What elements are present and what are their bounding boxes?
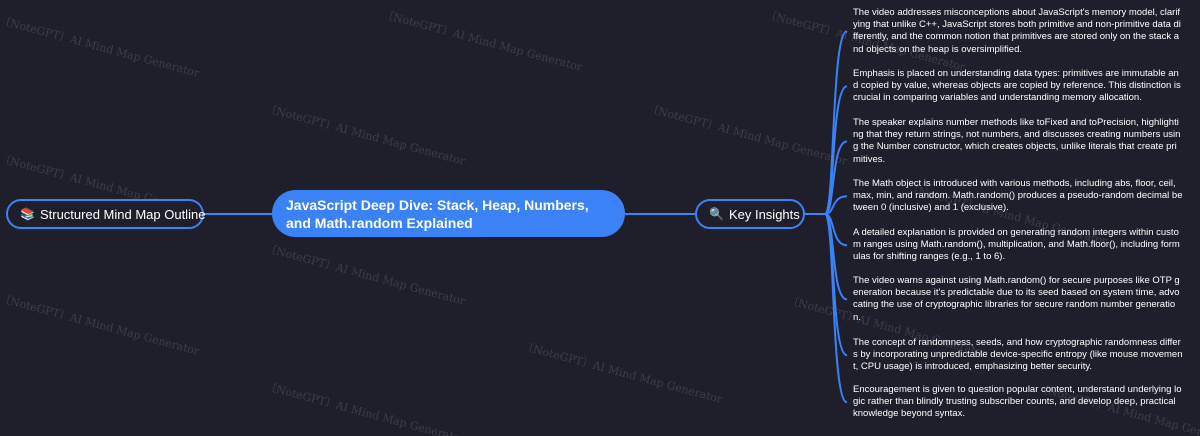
insight-text: Emphasis is placed on understanding data… (853, 68, 1181, 104)
insight-text: The video addresses misconceptions about… (853, 7, 1181, 55)
key-insights-label: Key Insights (728, 206, 800, 222)
leaf-links (805, 30, 848, 404)
magnifier-icon: 🔍 (709, 207, 724, 221)
insight-text: A detailed explanation is provided on ge… (853, 227, 1180, 263)
insight-leaf[interactable]: A detailed explanation is provided on ge… (853, 227, 1183, 264)
leaf-link (805, 140, 848, 215)
outline-node-label: Structured Mind Map Outline (39, 206, 206, 222)
root-node-label: JavaScript Deep Dive: Stack, Heap, Numbe… (286, 196, 589, 231)
books-icon: 📚 (20, 207, 35, 221)
leaf-link (805, 30, 848, 215)
leaf-link (805, 213, 848, 301)
insight-text: The concept of randomness, seeds, and ho… (853, 337, 1183, 373)
leaf-link (805, 85, 848, 215)
insight-leaf[interactable]: Encouragement is given to question popul… (853, 384, 1183, 421)
outline-node[interactable]: 📚 Structured Mind Map Outline (6, 199, 206, 229)
leaf-link (805, 213, 848, 357)
insight-leaf[interactable]: The concept of randomness, seeds, and ho… (853, 337, 1183, 374)
insight-text: The video warns against using Math.rando… (853, 275, 1180, 323)
insight-leaf[interactable]: The video addresses misconceptions about… (853, 7, 1183, 56)
leaf-link (805, 195, 848, 215)
root-node[interactable]: JavaScript Deep Dive: Stack, Heap, Numbe… (272, 190, 625, 237)
insight-leaf[interactable]: The video warns against using Math.rando… (853, 275, 1183, 324)
insight-leaf[interactable]: The Math object is introduced with vario… (853, 178, 1183, 215)
insight-text: The speaker explains number methods like… (853, 117, 1181, 165)
leaf-link (805, 213, 848, 247)
insight-leaf[interactable]: The speaker explains number methods like… (853, 117, 1183, 166)
mind-map-canvas: 〔NoteGPT〕AI Mind Map Generator 〔NoteGPT〕… (0, 0, 1200, 436)
insight-text: The Math object is introduced with vario… (853, 178, 1183, 214)
insight-leaf[interactable]: Emphasis is placed on understanding data… (853, 68, 1183, 105)
insight-text: Encouragement is given to question popul… (853, 384, 1182, 420)
key-insights-node[interactable]: 🔍 Key Insights (695, 199, 805, 229)
